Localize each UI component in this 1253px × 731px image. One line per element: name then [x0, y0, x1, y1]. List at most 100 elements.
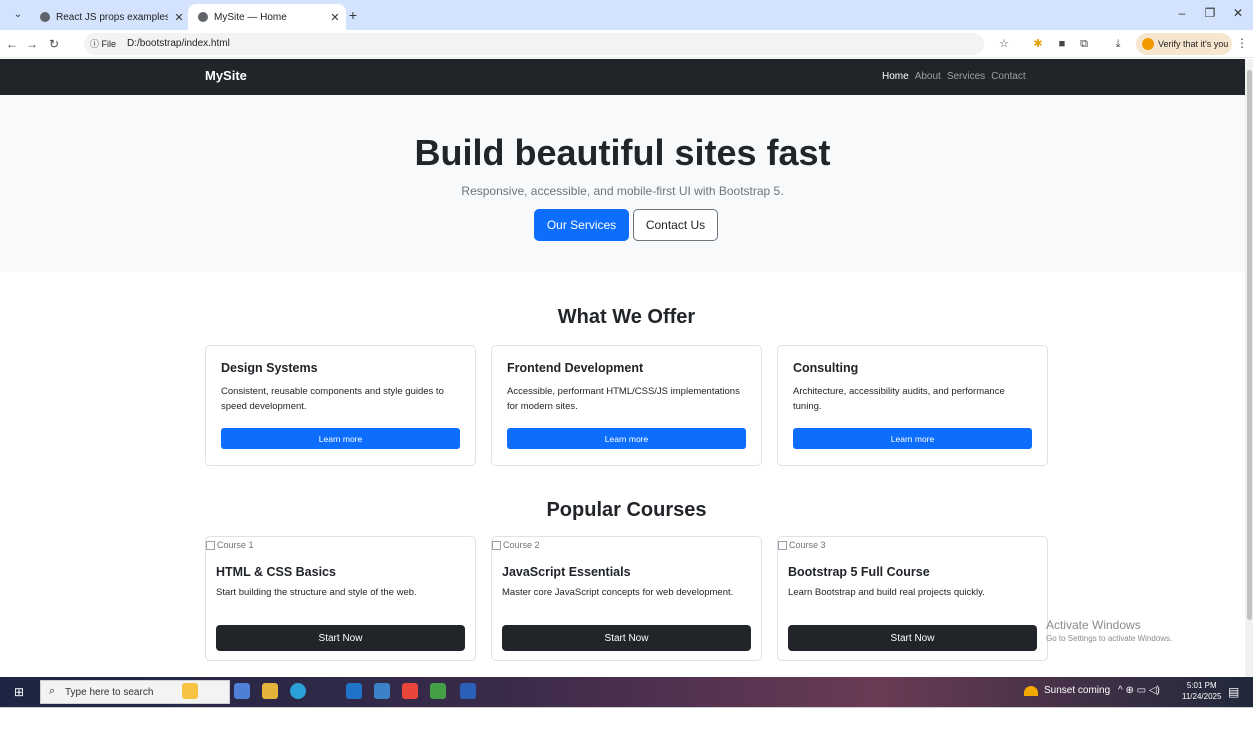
card-text: Accessible, performant HTML/CSS/JS imple…: [507, 386, 740, 412]
contact-us-button[interactable]: Contact Us: [633, 209, 718, 241]
course-title: Bootstrap 5 Full Course: [788, 565, 930, 579]
site-nav-links: Home About Services Contact: [882, 71, 1026, 82]
course-image: Course 3: [778, 540, 826, 550]
nav-link-about[interactable]: About: [915, 71, 941, 82]
menu-kebab-icon[interactable]: ⋮: [1236, 36, 1248, 50]
course-image-alt: Course 1: [217, 540, 254, 550]
course-card: Course 2 JavaScript Essentials Master co…: [491, 536, 762, 661]
site-navbar: MySite Home About Services Contact: [0, 59, 1245, 95]
courses-section-title: Popular Courses: [546, 499, 707, 521]
windows-start-icon[interactable]: ⊞: [14, 685, 24, 699]
learn-more-button[interactable]: Learn more: [221, 428, 460, 449]
card-title: Consulting: [793, 361, 859, 375]
minimize-icon[interactable]: –: [1172, 6, 1192, 20]
close-tab-icon[interactable]: ✕: [168, 11, 190, 24]
course-title: HTML & CSS Basics: [216, 565, 336, 579]
sparkle-icon[interactable]: [182, 683, 198, 699]
address-bar[interactable]: ⓘ File D:/bootstrap/index.html: [84, 33, 984, 55]
start-now-button[interactable]: Start Now: [216, 625, 465, 651]
taskbar-search-box[interactable]: ⌕ Type here to search: [40, 680, 230, 704]
sunset-icon: [1024, 685, 1038, 696]
clock-time: 5:01 PM: [1186, 681, 1217, 690]
word-icon[interactable]: [460, 683, 476, 699]
chrome-icon[interactable]: [402, 683, 418, 699]
weather-text: Sunset coming: [1044, 685, 1111, 696]
site-brand[interactable]: MySite: [205, 68, 247, 83]
page-viewport: MySite Home About Services Contact Build…: [0, 59, 1245, 677]
tab-search-icon[interactable]: ⌄: [10, 7, 26, 23]
edge-browser-icon[interactable]: [290, 683, 306, 699]
store-icon[interactable]: [374, 683, 390, 699]
scrollbar-thumb[interactable]: [1247, 70, 1252, 620]
restore-icon[interactable]: ❐: [1200, 6, 1220, 20]
course-image: Course 2: [492, 540, 540, 550]
course-text: Learn Bootstrap and build real projects …: [788, 587, 985, 598]
extension-puzzle-icon[interactable]: ✱: [1030, 36, 1046, 52]
start-now-button[interactable]: Start Now: [788, 625, 1037, 651]
site-info-icon[interactable]: ⓘ File: [90, 37, 116, 50]
new-tab-button[interactable]: +: [346, 6, 360, 24]
nav-link-services[interactable]: Services: [947, 71, 985, 82]
download-icon[interactable]: ⤓: [1110, 36, 1126, 52]
course-title: JavaScript Essentials: [502, 565, 631, 579]
course-text: Master core JavaScript concepts for web …: [502, 587, 734, 598]
back-icon[interactable]: ←: [4, 35, 20, 53]
activate-windows-watermark: Activate Windows Go to Settings to activ…: [1046, 618, 1172, 643]
tab-mysite-home[interactable]: MySite — Home ✕: [188, 4, 346, 30]
tab-title: MySite — Home: [214, 11, 287, 23]
nav-link-home[interactable]: Home: [882, 71, 909, 82]
hero-section: Build beautiful sites fast Responsive, a…: [0, 95, 1245, 272]
clock-date: 11/24/2025: [1182, 692, 1222, 701]
globe-icon: [198, 12, 208, 22]
tab-title: React JS props examples: [56, 11, 168, 23]
course-image: Course 1: [206, 540, 254, 550]
offer-card: Consulting Architecture, accessibility a…: [777, 345, 1048, 466]
offer-card: Design Systems Consistent, reusable comp…: [205, 345, 476, 466]
hero-title: Build beautiful sites fast: [414, 132, 831, 173]
course-image-alt: Course 2: [503, 540, 540, 550]
notepad-icon[interactable]: [430, 683, 446, 699]
broken-image-icon: [778, 540, 787, 550]
card-title: Frontend Development: [507, 361, 644, 375]
tab-react-props[interactable]: React JS props examples ✕: [30, 4, 190, 30]
windows-taskbar: ⊞ ⌕ Type here to search Sunset coming ^ …: [0, 677, 1253, 707]
browser-tab-strip: ⌄ React JS props examples ✕ MySite — Hom…: [0, 0, 1253, 30]
extension-icon[interactable]: ■: [1054, 36, 1070, 52]
weather-widget[interactable]: Sunset coming: [1024, 685, 1110, 696]
card-text: Architecture, accessibility audits, and …: [793, 386, 1005, 412]
course-text: Start building the structure and style o…: [216, 587, 417, 598]
search-icon: ⌕: [49, 685, 56, 697]
card-title: Design Systems: [221, 361, 318, 375]
close-window-icon[interactable]: ✕: [1228, 6, 1248, 20]
browser-toolbar: ← → ↻ ⓘ File D:/bootstrap/index.html ☆ ✱…: [0, 30, 1253, 58]
globe-icon: [40, 12, 50, 22]
system-tray-icons[interactable]: ^ ⊕ ▭ ◁): [1118, 685, 1160, 696]
profile-verify-button[interactable]: Verify that it's you: [1136, 33, 1232, 55]
taskbar-clock[interactable]: 5:01 PM 11/24/2025: [1182, 680, 1221, 702]
nav-link-contact[interactable]: Contact: [991, 71, 1025, 82]
outlook-icon[interactable]: [346, 683, 362, 699]
notifications-icon[interactable]: ▤: [1228, 685, 1239, 699]
offer-section-title: What We Offer: [557, 306, 696, 328]
learn-more-button[interactable]: Learn more: [507, 428, 746, 449]
taskbar-search-placeholder: Type here to search: [65, 687, 154, 698]
our-services-button[interactable]: Our Services: [534, 209, 629, 241]
file-explorer-icon[interactable]: [262, 683, 278, 699]
broken-image-icon: [206, 540, 215, 550]
watermark-line1: Activate Windows: [1046, 618, 1141, 632]
extensions-icon[interactable]: ⧉: [1076, 36, 1092, 52]
card-text: Consistent, reusable components and styl…: [221, 386, 444, 412]
verify-label: Verify that it's you: [1158, 39, 1229, 49]
address-url[interactable]: D:/bootstrap/index.html: [127, 38, 230, 49]
profile-avatar-icon: [1142, 38, 1154, 50]
close-tab-icon[interactable]: ✕: [324, 11, 346, 24]
broken-image-icon: [492, 540, 501, 550]
forward-icon[interactable]: →: [24, 35, 40, 53]
learn-more-button[interactable]: Learn more: [793, 428, 1032, 449]
watermark-line2: Go to Settings to activate Windows.: [1046, 634, 1173, 643]
reload-icon[interactable]: ↻: [46, 35, 62, 53]
copilot-icon[interactable]: [234, 683, 250, 699]
course-card: Course 1 HTML & CSS Basics Start buildin…: [205, 536, 476, 661]
bookmark-star-icon[interactable]: ☆: [996, 36, 1012, 52]
start-now-button[interactable]: Start Now: [502, 625, 751, 651]
